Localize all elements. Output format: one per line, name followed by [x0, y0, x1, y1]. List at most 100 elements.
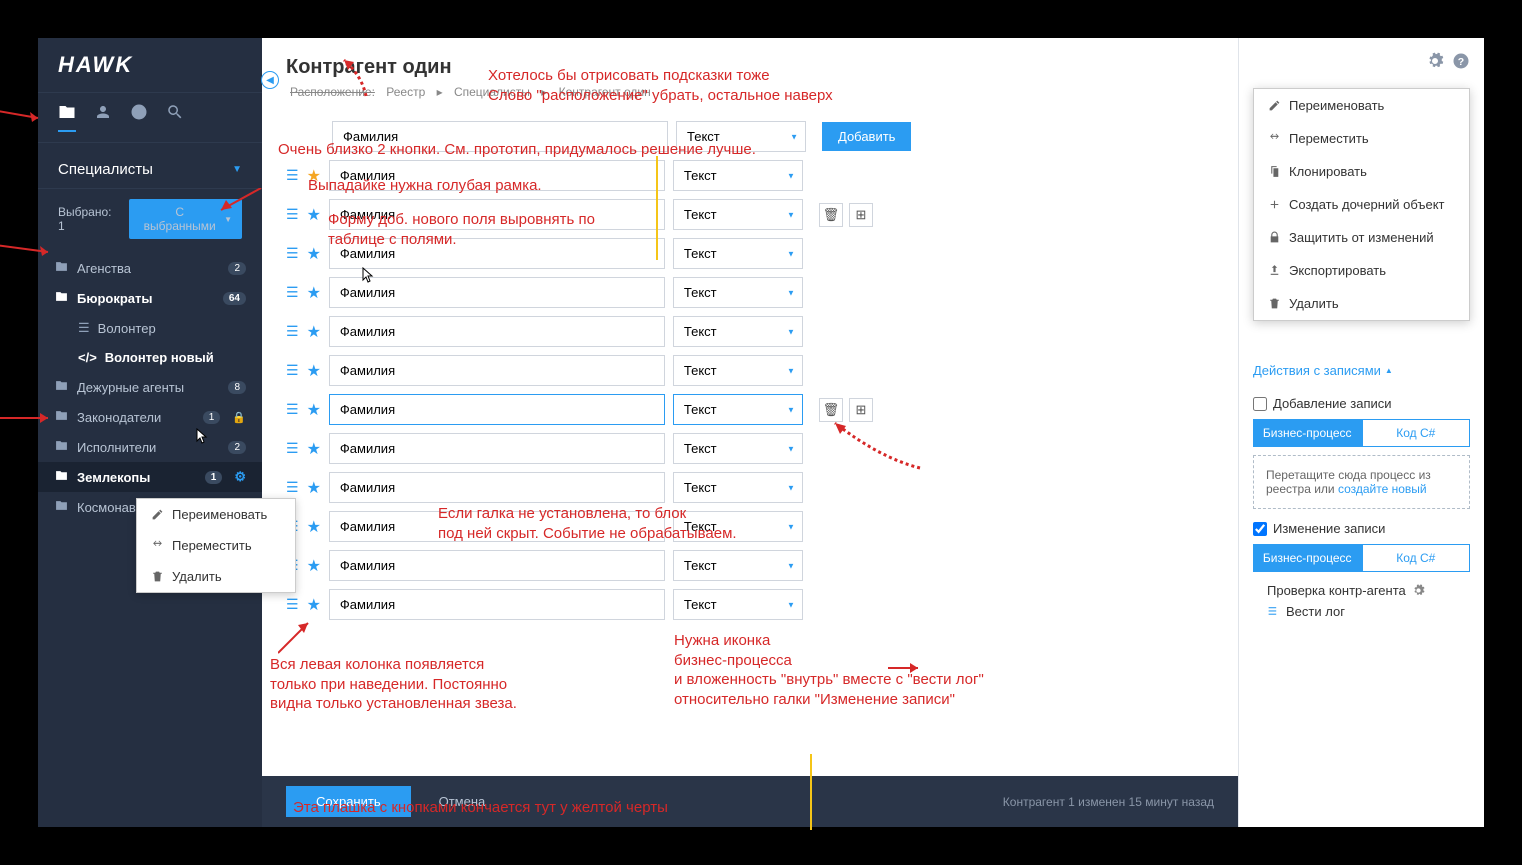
field-type-select[interactable]: Текст — [673, 199, 803, 230]
collapse-sidebar-button[interactable]: ◀ — [261, 71, 279, 89]
field-name-input[interactable] — [329, 199, 665, 230]
record-actions-toggle[interactable]: Действия с записями — [1253, 363, 1470, 378]
star-icon[interactable]: ★ — [307, 517, 321, 537]
drag-handle-icon[interactable]: ☰ — [286, 167, 299, 184]
tab-code-2[interactable]: Код С# — [1362, 544, 1471, 572]
breadcrumb-item[interactable]: Реестр — [386, 85, 425, 99]
star-icon[interactable]: ★ — [307, 166, 321, 186]
clock-icon[interactable] — [130, 103, 148, 132]
save-button[interactable]: Сохранить — [286, 786, 411, 817]
change-record-checkbox-row[interactable]: Изменение записи — [1253, 521, 1470, 536]
help-icon[interactable]: ? — [1452, 52, 1470, 73]
create-new-link[interactable]: создайте новый — [1338, 482, 1427, 496]
drag-handle-icon[interactable]: ☰ — [286, 401, 299, 418]
folder-icon[interactable] — [58, 103, 76, 132]
field-name-input[interactable] — [329, 511, 665, 542]
field-name-input[interactable] — [329, 238, 665, 269]
new-field-type-select[interactable]: Текст — [676, 121, 806, 152]
cancel-button[interactable]: Отмена — [423, 786, 502, 817]
gear-icon[interactable] — [1426, 52, 1444, 73]
selected-actions-button[interactable]: С выбранными ▼ — [129, 199, 242, 239]
star-icon[interactable]: ★ — [307, 595, 321, 615]
add-field-button[interactable]: ⊞ — [849, 398, 873, 422]
list-icon — [1267, 605, 1280, 618]
drag-handle-icon[interactable]: ☰ — [286, 323, 299, 340]
settings-menu-item[interactable]: Переместить — [1254, 122, 1469, 155]
section-title-text: Специалисты — [58, 161, 153, 178]
star-icon[interactable]: ★ — [307, 478, 321, 498]
drag-handle-icon[interactable]: ☰ — [286, 596, 299, 613]
bp-item-check[interactable]: Проверка контр-агента — [1253, 580, 1470, 601]
tab-code[interactable]: Код С# — [1362, 419, 1471, 447]
drag-handle-icon[interactable]: ☰ — [286, 245, 299, 262]
field-type-select[interactable]: Текст — [673, 472, 803, 503]
drag-handle-icon[interactable]: ☰ — [286, 206, 299, 223]
new-field-name-input[interactable] — [332, 121, 668, 152]
context-menu-item[interactable]: Переименовать — [137, 499, 295, 530]
add-record-checkbox-row[interactable]: Добавление записи — [1253, 396, 1470, 411]
bp-drop-zone[interactable]: Перетащите сюда процесс из реестра или с… — [1253, 455, 1470, 509]
field-name-input[interactable] — [329, 394, 665, 425]
drag-handle-icon[interactable]: ☰ — [286, 284, 299, 301]
context-menu-item[interactable]: Удалить — [137, 561, 295, 592]
star-icon[interactable]: ★ — [307, 556, 321, 576]
sidebar-item[interactable]: Законодатели1🔒 — [38, 402, 262, 432]
drag-handle-icon[interactable]: ☰ — [286, 479, 299, 496]
field-type-select[interactable]: Текст — [673, 394, 803, 425]
star-icon[interactable]: ★ — [307, 205, 321, 225]
delete-field-button[interactable]: 🗑 — [819, 203, 843, 227]
change-record-checkbox[interactable] — [1253, 522, 1267, 536]
breadcrumb-item[interactable]: Специалисты — [454, 85, 530, 99]
field-type-select[interactable]: Текст — [673, 589, 803, 620]
drag-handle-icon[interactable]: ☰ — [286, 362, 299, 379]
star-icon[interactable]: ★ — [307, 361, 321, 381]
field-name-input[interactable] — [329, 472, 665, 503]
field-type-select[interactable]: Текст — [673, 355, 803, 386]
field-type-select[interactable]: Текст — [673, 316, 803, 347]
field-name-input[interactable] — [329, 433, 665, 464]
sidebar-item[interactable]: Агенства2 — [38, 253, 262, 283]
sidebar-item[interactable]: </>Волонтер новый — [38, 343, 262, 372]
settings-menu-item[interactable]: Переименовать — [1254, 89, 1469, 122]
settings-menu-item[interactable]: Создать дочерний объект — [1254, 188, 1469, 221]
drag-handle-icon[interactable]: ☰ — [286, 440, 299, 457]
tab-business-process-2[interactable]: Бизнес-процесс — [1253, 544, 1362, 572]
star-icon[interactable]: ★ — [307, 400, 321, 420]
field-type-select[interactable]: Текст — [673, 160, 803, 191]
field-type-select[interactable]: Текст — [673, 433, 803, 464]
add-field-button[interactable]: Добавить — [822, 122, 911, 151]
field-name-input[interactable] — [329, 316, 665, 347]
star-icon[interactable]: ★ — [307, 244, 321, 264]
sidebar-item[interactable]: Дежурные агенты8 — [38, 372, 262, 402]
field-name-input[interactable] — [329, 277, 665, 308]
sidebar-item[interactable]: ☰Волонтер — [38, 313, 262, 343]
sidebar-item[interactable]: Бюрократы64 — [38, 283, 262, 313]
sidebar-item[interactable]: Землекопы1⚙ — [38, 462, 262, 492]
star-icon[interactable]: ★ — [307, 439, 321, 459]
settings-menu-item[interactable]: Удалить — [1254, 287, 1469, 320]
section-title[interactable]: Специалисты ▼ — [38, 143, 262, 188]
settings-menu-item[interactable]: Клонировать — [1254, 155, 1469, 188]
field-name-input[interactable] — [329, 589, 665, 620]
delete-field-button[interactable]: 🗑 — [819, 398, 843, 422]
add-record-checkbox[interactable] — [1253, 397, 1267, 411]
field-type-select[interactable]: Текст — [673, 238, 803, 269]
gear-icon[interactable]: ⚙ — [234, 469, 246, 485]
field-name-input[interactable] — [329, 550, 665, 581]
bp-item-log[interactable]: Вести лог — [1253, 601, 1470, 622]
field-type-select[interactable]: Текст — [673, 277, 803, 308]
context-menu-item[interactable]: Переместить — [137, 530, 295, 561]
add-field-button[interactable]: ⊞ — [849, 203, 873, 227]
settings-menu-item[interactable]: Защитить от изменений — [1254, 221, 1469, 254]
search-icon[interactable] — [166, 103, 184, 132]
sidebar-item[interactable]: Исполнители2 — [38, 432, 262, 462]
field-type-select[interactable]: Текст — [673, 550, 803, 581]
settings-menu-item[interactable]: Экспортировать — [1254, 254, 1469, 287]
field-name-input[interactable] — [329, 160, 665, 191]
star-icon[interactable]: ★ — [307, 322, 321, 342]
tab-business-process[interactable]: Бизнес-процесс — [1253, 419, 1362, 447]
star-icon[interactable]: ★ — [307, 283, 321, 303]
field-type-select[interactable]: Текст — [673, 511, 803, 542]
field-name-input[interactable] — [329, 355, 665, 386]
user-icon[interactable] — [94, 103, 112, 132]
